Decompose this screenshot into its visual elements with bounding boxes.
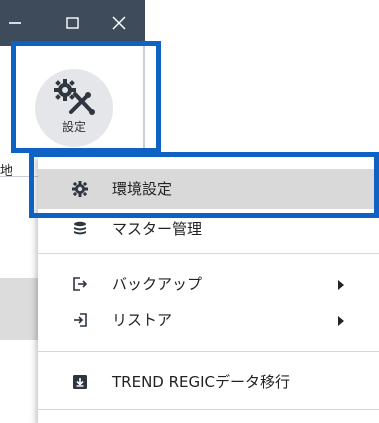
left-panel-divider — [0, 176, 38, 177]
window-titlebar — [0, 0, 145, 46]
menu-item-label: 環境設定 — [112, 180, 173, 198]
close-button[interactable] — [108, 12, 130, 34]
menu-item-backup[interactable]: バックアップ — [38, 264, 379, 304]
submenu-arrow-icon — [338, 280, 344, 290]
minimize-button[interactable] — [5, 12, 27, 34]
settings-label: 設定 — [61, 120, 86, 134]
maximize-button[interactable] — [62, 12, 84, 34]
gear-icon — [71, 180, 89, 198]
menu-item-label: マスター管理 — [112, 220, 203, 238]
export-icon — [71, 275, 89, 293]
maximize-icon — [66, 17, 79, 29]
ribbon-divider — [143, 46, 145, 150]
menu-separator — [38, 351, 379, 352]
minimize-icon — [9, 22, 21, 24]
menu-separator — [38, 409, 379, 410]
settings-button[interactable]: 設定 — [35, 69, 113, 147]
close-icon — [112, 16, 126, 30]
menu-item-restore[interactable]: リストア — [38, 300, 379, 340]
menu-item-label: バックアップ — [112, 275, 203, 293]
menu-separator — [38, 253, 379, 254]
menu-item-label: リストア — [112, 311, 173, 329]
menu-item-preferences[interactable]: 環境設定 — [38, 169, 379, 209]
app-window: 設定 地理 — [0, 0, 379, 423]
submenu-arrow-icon — [338, 316, 344, 326]
import-icon — [71, 311, 89, 329]
menu-item-label: TREND REGICデータ移行 — [112, 373, 291, 391]
menu-item-data-migration[interactable]: TREND REGICデータ移行 — [38, 362, 379, 402]
database-icon — [71, 220, 89, 238]
menu-item-master-management[interactable]: マスター管理 — [38, 209, 379, 249]
gear-and-tools-icon — [54, 79, 95, 115]
left-panel-band — [0, 278, 38, 340]
migrate-icon — [71, 373, 89, 391]
settings-menu: 環境設定 マスター管理 バックアップ リストア TREND REGICデータ移行 — [38, 155, 379, 423]
